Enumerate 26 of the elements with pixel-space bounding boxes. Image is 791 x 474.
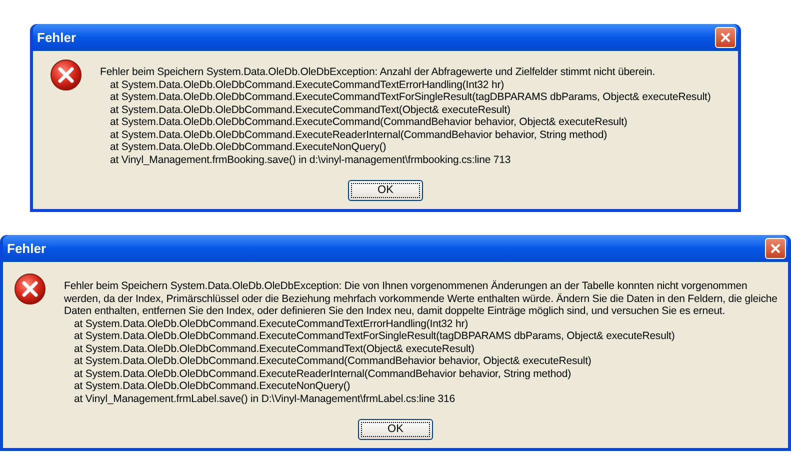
ok-button[interactable]: OK: [348, 180, 423, 201]
stack-trace-line: at System.Data.OleDb.OleDbCommand.ExecuteCommand(CommandBehavior behavior, Object& executeResult): [109, 116, 628, 128]
close-icon: [720, 32, 731, 43]
ok-button[interactable]: OK: [358, 419, 433, 440]
stack-trace-line: at System.Data.OleDb.OleDbCommand.ExecuteReaderInternal(CommandBehavior behavior, String method): [73, 368, 572, 380]
stack-trace-line: at System.Data.OleDb.OleDbCommand.ExecuteReaderInternal(CommandBehavior behavior, String method): [109, 128, 608, 141]
stack-trace-line: at System.Data.OleDb.OleDbCommand.ExecuteNonQuery(): [109, 141, 388, 154]
stack-trace-line: at System.Data.OleDb.OleDbCommand.ExecuteCommandTextForSingleResult(tagDBPARAMS dbParams, Object& executeResult): [109, 91, 711, 104]
window-title: Fehler: [37, 28, 76, 47]
close-button[interactable]: [715, 27, 736, 48]
error-icon: [50, 59, 82, 91]
error-message: Fehler beim Speichern System.Data.OleDb.OleDbException: Anzahl der Abfragewerte und Zielfelder stimmt nicht überein.: [100, 66, 656, 78]
stack-trace-line: at System.Data.OleDb.OleDbCommand.ExecuteCommandTextErrorHandling(Int32 hr): [73, 318, 469, 330]
stack-trace-line: at System.Data.OleDb.OleDbCommand.ExecuteCommandTextForSingleResult(tagDBPARAMS dbParams, Object& executeResult): [73, 330, 676, 342]
stack-trace-line: at System.Data.OleDb.OleDbCommand.ExecuteCommand(CommandBehavior behavior, Object& executeResult): [73, 355, 592, 368]
stack-trace-line: at Vinyl_Management.frmBooking.save() in d:\vinyl-management\frmbooking.cs:line 713: [109, 154, 512, 166]
error-message: Fehler beim Speichern System.Data.OleDb.OleDbException: Die von Ihnen vorgenommenen Änderungen an der Tabelle konnten nicht vorgenommen werden, da der Index, Primärschlüssel oder die Beziehung mehrfach vorkommende Werte enthalten würde. Ändern Sie die Daten in den Feldern, die gleiche Daten enthalten, entfernen Sie den Index, oder definieren Sie den Index neu, damit doppelte Einträge möglich sind, und versuchen Sie es erneut.: [64, 280, 778, 318]
stack-trace-line: at System.Data.OleDb.OleDbCommand.ExecuteCommandTextErrorHandling(Int32 hr): [109, 78, 505, 91]
stack-trace-line: at System.Data.OleDb.OleDbCommand.ExecuteCommandText(Object& executeResult): [73, 342, 476, 355]
stack-trace-line: at Vinyl_Management.frmLabel.save() in D:\Vinyl-Management\frmLabel.cs:line 316: [73, 392, 456, 405]
window-title: Fehler: [7, 240, 46, 258]
error-icon: [14, 273, 46, 305]
stack-trace-line: at System.Data.OleDb.OleDbCommand.ExecuteCommandText(Object& executeResult): [109, 104, 512, 116]
stack-trace-line: at System.Data.OleDb.OleDbCommand.ExecuteNonQuery(): [73, 380, 352, 392]
close-icon: [770, 243, 781, 254]
close-button[interactable]: [765, 238, 786, 259]
